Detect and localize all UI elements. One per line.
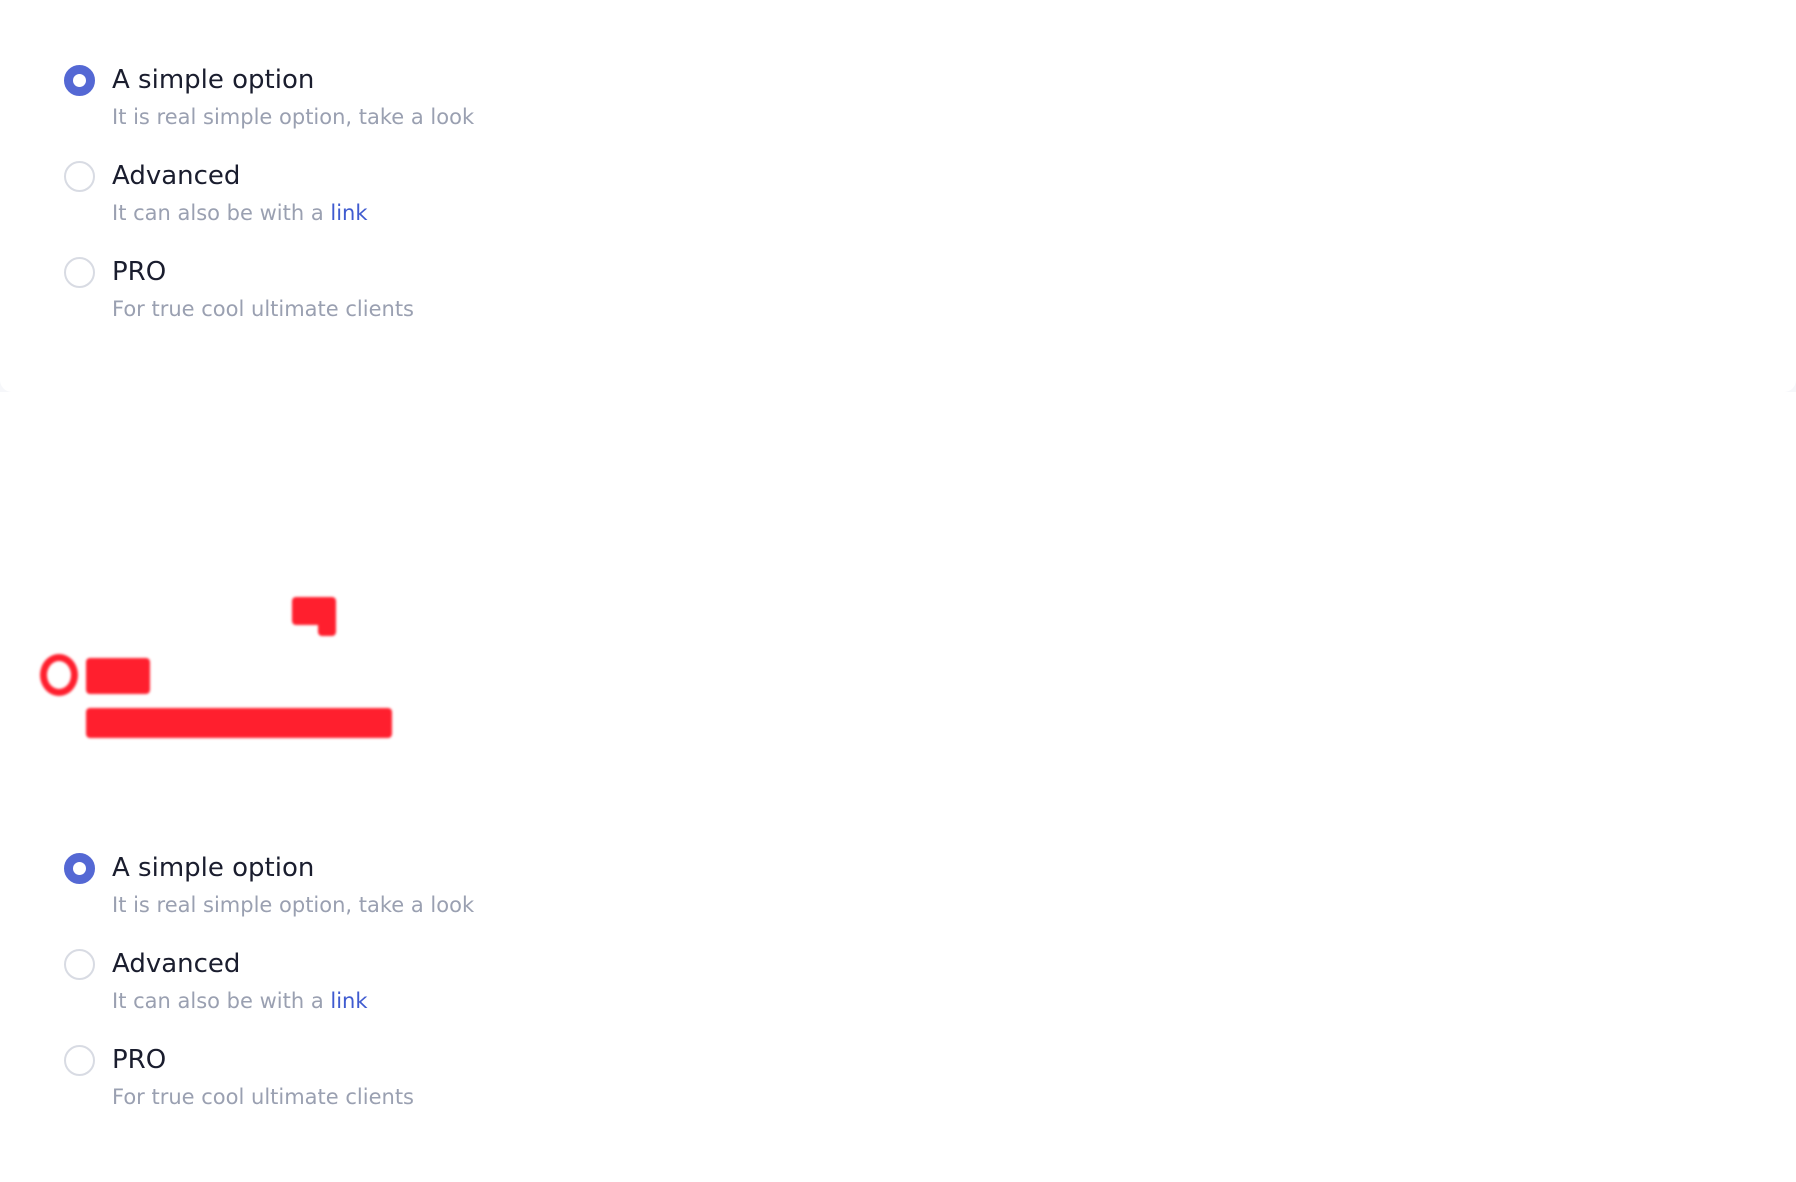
description-text: It can also be with a (112, 201, 324, 225)
option-description: It is real simple option, take a look (112, 105, 475, 129)
radio-button-pro[interactable] (64, 1045, 95, 1076)
option-description: It is real simple option, take a look (112, 893, 475, 917)
option-label: Advanced (112, 949, 241, 979)
red-annotation-mark (0, 392, 420, 792)
option-label: A simple option (112, 853, 315, 883)
description-link[interactable]: link (330, 989, 367, 1013)
option-label: Advanced (112, 161, 241, 191)
radio-button-pro[interactable] (64, 257, 95, 288)
option-description: For true cool ultimate clients (112, 297, 414, 321)
annotation-area (0, 392, 1796, 792)
option-label: PRO (112, 257, 167, 287)
option-description: It can also be with a link (112, 987, 368, 1015)
option-description: For true cool ultimate clients (112, 1085, 414, 1109)
radio-button-advanced[interactable] (64, 949, 95, 980)
radio-button-simple[interactable] (64, 65, 95, 96)
radio-button-simple[interactable] (64, 853, 95, 884)
radio-card-bottom: A simple option It is real simple option… (0, 792, 1796, 1182)
description-text: It can also be with a (112, 989, 324, 1013)
radio-button-advanced[interactable] (64, 161, 95, 192)
option-label: PRO (112, 1045, 167, 1075)
radio-card-top: A simple option It is real simple option… (0, 0, 1796, 392)
description-link[interactable]: link (330, 201, 367, 225)
option-description: It can also be with a link (112, 199, 368, 227)
option-label: A simple option (112, 65, 315, 95)
